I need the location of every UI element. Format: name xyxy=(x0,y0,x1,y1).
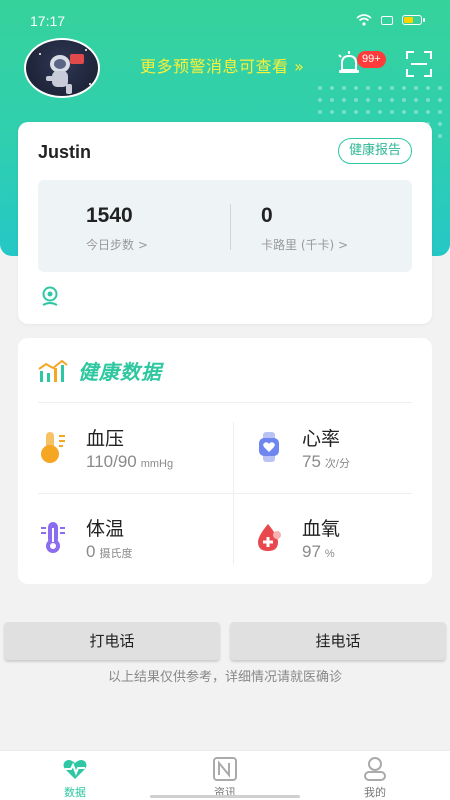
user-name: Justin xyxy=(38,142,92,162)
tab-label: 数据 xyxy=(64,786,86,799)
tab-mine[interactable]: 我的 xyxy=(300,751,450,800)
metric-value: 110/90 mmHg xyxy=(86,452,174,471)
disclaimer-text: 以上结果仅供参考，详细情况请就医确诊 xyxy=(107,670,342,685)
blood-oxygen-metric[interactable]: 血氧 97% xyxy=(254,514,434,574)
metric-value: 75 次/分 xyxy=(302,452,350,471)
avatar[interactable] xyxy=(24,38,100,98)
more-warnings-link[interactable]: 更多预警消息可查看 » xyxy=(140,53,304,77)
calories-value: 0 xyxy=(261,204,273,227)
health-data-title: 健康数据 xyxy=(78,360,162,384)
status-bar: 17:17 xyxy=(0,0,450,40)
divider xyxy=(38,402,412,403)
status-icons xyxy=(356,14,425,26)
scan-icon[interactable] xyxy=(406,51,432,77)
divider xyxy=(38,493,412,494)
news-icon xyxy=(212,756,238,782)
metric-value: 0 摄氏度 xyxy=(86,542,133,561)
status-time: 17:17 xyxy=(30,13,66,29)
metric-name: 血压 xyxy=(86,428,125,450)
health-report-button[interactable]: 健康报告 xyxy=(337,138,412,164)
chart-icon xyxy=(38,359,68,383)
tab-data[interactable]: 数据 xyxy=(0,751,150,800)
calories-label: 卡路里 (千卡) > xyxy=(261,238,349,252)
steps-label: 今日步数 > xyxy=(86,238,148,252)
hangup-button[interactable]: 挂电话 xyxy=(230,622,446,660)
bottom-tab-bar: 数据 资讯 我的 xyxy=(0,750,450,800)
sim-icon xyxy=(381,15,393,25)
metric-name: 体温 xyxy=(86,518,125,540)
heart-pulse-icon xyxy=(62,756,88,782)
notification-badge: 99+ xyxy=(357,51,386,68)
call-button[interactable]: 打电话 xyxy=(4,622,220,660)
blood-pressure-icon xyxy=(38,430,68,464)
thermometer-icon xyxy=(38,520,68,554)
temperature-metric[interactable]: 体温 0 摄氏度 xyxy=(38,514,218,574)
tab-news[interactable]: 资讯 xyxy=(150,751,300,800)
watch-heart-icon xyxy=(254,430,284,464)
home-indicator xyxy=(150,795,300,798)
user-summary-card: Justin 健康报告 1540 今日步数 > 0 卡路里 (千卡) > xyxy=(18,122,432,324)
blood-drop-icon xyxy=(254,520,284,554)
blood-pressure-metric[interactable]: 血压 110/90 mmHg xyxy=(38,424,218,484)
health-data-card: 健康数据 血压 110/90 mmHg 心率 75 次/分 体温 0 摄氏度 血… xyxy=(18,338,432,584)
profile-icon xyxy=(362,756,388,782)
battery-icon xyxy=(402,15,425,25)
wifi-icon xyxy=(356,14,372,26)
metric-value: 97% xyxy=(302,542,335,561)
metric-name: 血氧 xyxy=(302,518,341,540)
steps-stat[interactable]: 1540 今日步数 > xyxy=(86,180,273,272)
calories-stat[interactable]: 0 卡路里 (千卡) > xyxy=(261,180,448,272)
tab-label: 我的 xyxy=(364,786,386,799)
heart-rate-metric[interactable]: 心率 75 次/分 xyxy=(254,424,434,484)
divider xyxy=(230,204,231,250)
location-icon[interactable] xyxy=(40,286,60,308)
steps-value: 1540 xyxy=(86,204,133,227)
activity-summary: 1540 今日步数 > 0 卡路里 (千卡) > xyxy=(38,180,412,272)
metric-name: 心率 xyxy=(302,428,341,450)
